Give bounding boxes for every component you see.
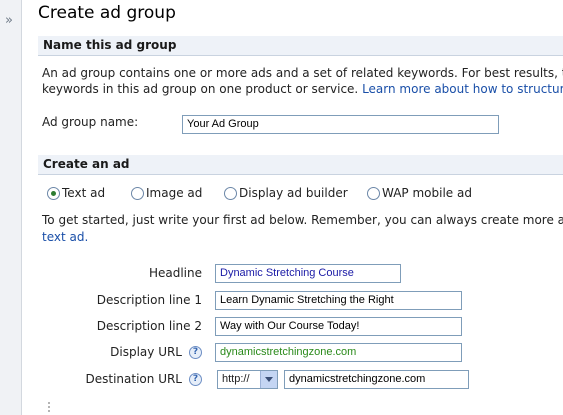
radio-label: WAP mobile ad <box>382 186 472 200</box>
help-icon[interactable]: ? <box>189 346 202 359</box>
radio-label: Display ad builder <box>239 186 348 200</box>
display-url-label: Display URL <box>110 345 182 359</box>
resize-grip-icon[interactable] <box>48 402 51 414</box>
radio-label: Image ad <box>146 186 203 200</box>
intro-text: An ad group contains one or more ads and… <box>42 66 563 80</box>
expand-sidebar-icon[interactable]: » <box>5 13 13 28</box>
protocol-value: http:// <box>222 373 250 385</box>
ad-group-name-label: Ad group name: <box>42 115 139 129</box>
intro-text-2: keywords in this ad group on one product… <box>42 82 563 96</box>
display-url-input[interactable]: dynamicstretchingzone.com <box>215 343 462 362</box>
headline-label: Headline <box>148 266 202 280</box>
learn-more-link[interactable]: Learn more about how to structure yo <box>362 82 563 96</box>
headline-input[interactable]: Dynamic Stretching Course <box>215 264 401 283</box>
description-line-1-input[interactable]: Learn Dynamic Stretching the Right <box>215 291 462 310</box>
ad-group-name-input[interactable]: Your Ad Group <box>182 115 499 134</box>
collapsed-sidebar: » <box>0 0 22 415</box>
radio-unselected-icon[interactable] <box>131 187 144 200</box>
section-header-name: Name this ad group <box>38 36 563 56</box>
description-line-2-input[interactable]: Way with Our Course Today! <box>215 317 462 336</box>
description-line-1-label: Description line 1 <box>96 293 202 307</box>
page-title: Create ad group <box>38 3 176 23</box>
intro-text-prefix: keywords in this ad group on one product… <box>42 82 359 96</box>
chevron-down-icon[interactable] <box>260 371 277 388</box>
help-icon[interactable]: ? <box>189 373 202 386</box>
section-header-ad: Create an ad <box>38 155 563 175</box>
protocol-select[interactable]: http:// <box>217 370 278 389</box>
section-title: Name this ad group <box>43 38 177 52</box>
instructions-text: To get started, just write your first ad… <box>42 213 563 227</box>
section-title: Create an ad <box>43 157 130 171</box>
text-ad-link[interactable]: text ad. <box>42 230 88 244</box>
description-line-2-label: Description line 2 <box>96 319 202 333</box>
radio-unselected-icon[interactable] <box>367 187 380 200</box>
radio-selected-icon[interactable] <box>47 187 60 200</box>
radio-unselected-icon[interactable] <box>224 187 237 200</box>
destination-url-label: Destination URL <box>85 372 182 386</box>
radio-label: Text ad <box>62 186 106 200</box>
destination-url-input[interactable]: dynamicstretchingzone.com <box>284 370 469 389</box>
